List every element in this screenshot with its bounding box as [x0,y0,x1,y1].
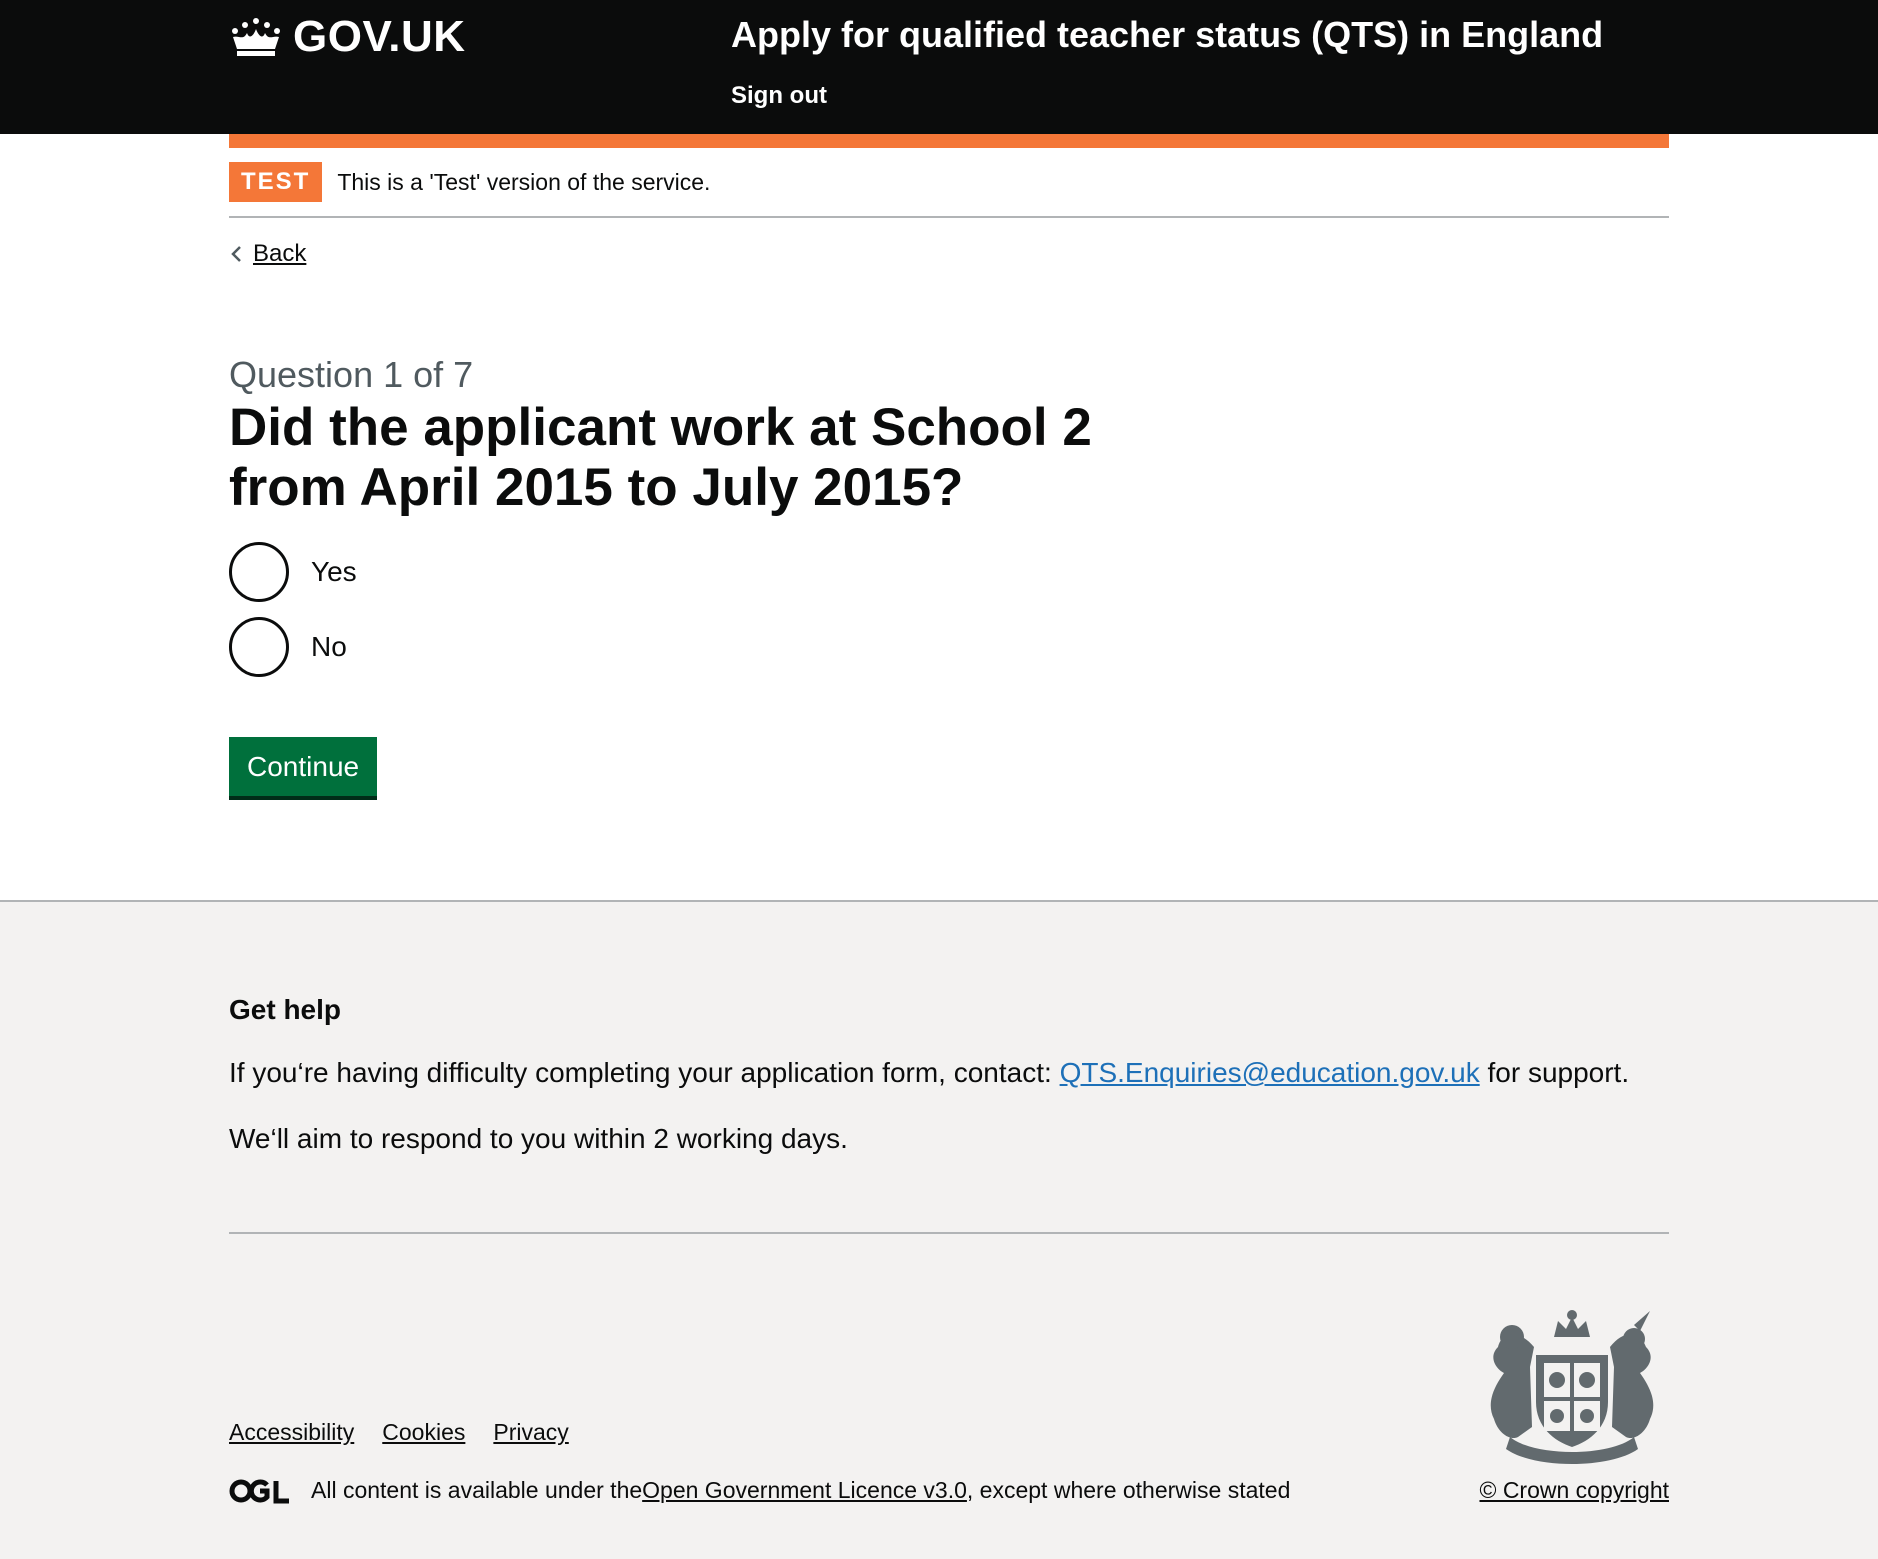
back-link[interactable]: Back [229,240,306,268]
royal-coat-of-arms-icon [1490,1310,1654,1464]
licence-statement: All content is available under the Open … [229,1477,1290,1504]
response-time-text: We‘ll aim to respond to you within 2 wor… [229,1123,848,1154]
govuk-logo-link[interactable]: GOV.UK [229,12,466,62]
radio-label-yes: Yes [311,556,357,587]
help-text-before: If you‘re having difficulty completing y… [229,1057,1060,1088]
ogl-licence-link[interactable]: Open Government Licence v3.0 [642,1477,967,1504]
continue-button[interactable]: Continue [229,737,378,796]
radio-option-no[interactable]: No [229,617,347,677]
radio-label-no: No [311,631,347,662]
help-paragraph: If you‘re having difficulty completing y… [229,1057,1629,1089]
chevron-left-icon [231,246,241,262]
back-link-label: Back [253,240,307,267]
logo-text: GOV.UK [293,12,466,61]
cookies-link[interactable]: Cookies [382,1419,465,1446]
accessibility-link[interactable]: Accessibility [229,1419,354,1446]
licence-text-after: , except where otherwise stated [966,1477,1291,1503]
footer-links: Accessibility Cookies Privacy [229,1419,597,1446]
phase-accent-bar [229,134,1669,148]
radio-option-yes[interactable]: Yes [229,542,357,602]
help-email-link[interactable]: QTS.Enquiries@education.gov.uk [1060,1057,1480,1088]
privacy-link[interactable]: Privacy [493,1419,568,1446]
phase-tag: TEST [229,162,323,202]
crown-icon [232,18,280,56]
question-caption: Question 1 of 7 [229,354,474,395]
footer-divider [229,1232,1669,1234]
site-header: GOV.UK Apply for qualified teacher statu… [0,0,1878,134]
get-help-heading: Get help [229,994,342,1025]
question-heading: Did the applicant work at School 2 from … [229,398,1092,517]
help-text-after: for support. [1479,1057,1630,1088]
phase-text: This is a 'Test' version of the service. [337,168,711,195]
service-name[interactable]: Apply for qualified teacher status (QTS)… [731,14,1603,56]
site-footer: Get help If you‘re having difficulty com… [0,900,1878,1559]
phase-banner: TEST This is a 'Test' version of the ser… [229,148,1669,218]
radio-button-no[interactable] [229,617,289,677]
licence-text-before: All content is available under the [311,1477,643,1503]
crown-copyright-link[interactable]: © Crown copyright [1479,1477,1669,1504]
radio-button-yes[interactable] [229,542,289,602]
sign-out-link[interactable]: Sign out [731,82,827,110]
ogl-logo-icon [229,1479,289,1503]
